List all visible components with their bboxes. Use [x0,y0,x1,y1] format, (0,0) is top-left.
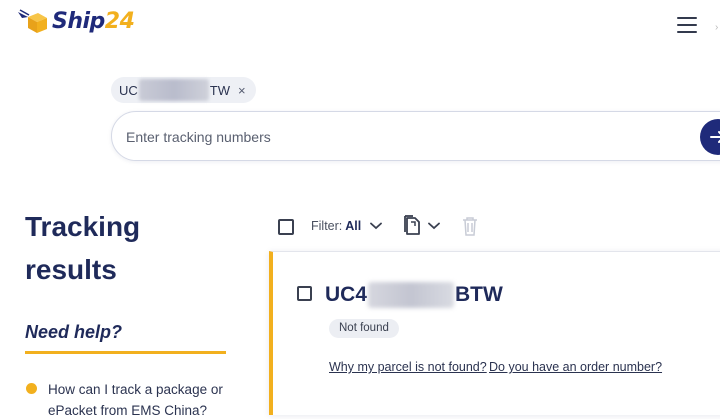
tracking-result-card: UC4 BTW Not found Why my parcel is not f… [269,251,720,415]
redacted-blur [368,282,455,308]
delete-button[interactable] [462,216,478,241]
need-help-heading: Need help? [25,322,123,342]
faq-link[interactable]: How can I track a package or ePacket fro… [48,379,238,419]
ship24-logo[interactable]: Ship24 [16,8,135,34]
chevron-down-icon [428,222,440,230]
search-submit-button[interactable] [700,119,720,155]
copy-button[interactable] [404,215,440,237]
chip-prefix: UC [119,82,138,98]
tracking-number-title: UC4 BTW [325,282,503,308]
filter-label: Filter: [311,219,343,233]
need-help-underline [25,351,226,354]
redacted-blur [138,79,209,101]
tracking-number-input[interactable] [126,126,686,148]
tracking-prefix: UC4 [325,283,368,306]
bullet-dot-icon [26,383,37,394]
copy-icon [404,215,420,235]
chevron-down-icon [370,222,383,230]
filter-value: All [345,219,362,233]
trash-icon [463,217,477,236]
parcel-not-found-link[interactable]: Why my parcel is not found? [329,360,487,374]
select-all-checkbox[interactable] [278,219,294,235]
order-number-link[interactable]: Do you have an order number? [489,360,662,374]
chip-suffix: TW [209,82,230,98]
logo-word-24: 24 [104,8,135,34]
tracking-search-box [111,111,720,161]
offscreen-edge-icon: › [715,22,719,33]
chip-close-icon[interactable]: × [238,83,246,98]
filter-dropdown[interactable]: Filter: All [311,219,383,233]
logo-wordmark: Ship24 [52,8,135,34]
box-wings-icon [18,9,47,33]
logo-word-ship: Ship [52,8,105,34]
status-badge: Not found [329,319,399,338]
page-title: Tracking results [25,211,141,285]
arrow-right-icon [710,131,720,143]
hamburger-menu-icon[interactable] [677,17,697,33]
tracking-suffix: BTW [455,283,503,306]
result-checkbox[interactable] [297,286,312,301]
tracking-number-chip[interactable]: UC TW × [111,77,256,103]
